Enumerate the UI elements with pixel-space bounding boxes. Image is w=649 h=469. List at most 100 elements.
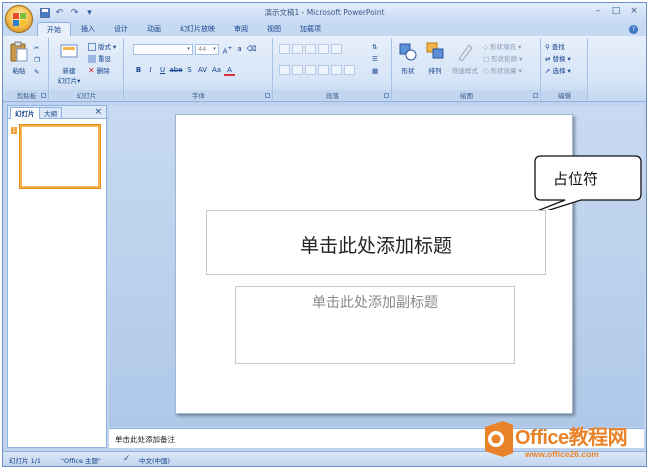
new-slide-button[interactable]: 新建 幻灯片▾ xyxy=(54,41,84,85)
decrease-indent-icon[interactable] xyxy=(305,44,316,54)
text-box-icon[interactable] xyxy=(344,65,355,75)
close-icon[interactable]: × xyxy=(94,107,102,118)
font-name-combo[interactable]: ▾ xyxy=(133,44,193,55)
clipboard-group: 粘贴 ✂ ❐ ✎ 剪贴板 xyxy=(5,38,49,100)
title-bar: ↶ ↷ ▾ 演示文稿1 - Microsoft PowerPoint – □ × xyxy=(3,3,646,22)
dialog-launcher-icon[interactable] xyxy=(265,93,270,98)
font-color-button[interactable]: A xyxy=(224,65,235,76)
shapes-button[interactable]: 形状 xyxy=(395,41,421,75)
numbering-icon[interactable] xyxy=(292,44,303,54)
ribbon: 粘贴 ✂ ❐ ✎ 剪贴板 新建 幻灯片▾ 版式 ▾ 重设 ✕ 删除 幻灯片 ▾ 44 ▾… xyxy=(3,36,646,102)
tab-home[interactable]: 开始 xyxy=(37,22,71,36)
paste-button[interactable]: 粘贴 xyxy=(6,41,32,75)
chevron-down-icon: ▾ xyxy=(213,46,216,52)
quick-styles-label: 快速样式 xyxy=(452,67,478,75)
justify-icon[interactable] xyxy=(318,65,329,75)
arrange-label: 排列 xyxy=(428,67,442,75)
theme-name: "Office 主题" xyxy=(61,457,102,465)
tab-view[interactable]: 视图 xyxy=(258,22,290,36)
reset-button[interactable]: 重设 xyxy=(88,54,111,64)
font-group: ▾ 44 ▾ A+ a ⌫ B I U abe S AV Aa A 字体 xyxy=(125,38,273,100)
maximize-button[interactable]: □ xyxy=(610,5,622,17)
strikethrough-button[interactable]: abe xyxy=(169,65,183,76)
shrink-font-icon[interactable]: a xyxy=(234,44,245,55)
increase-indent-icon[interactable] xyxy=(318,44,329,54)
tab-outline[interactable]: 大纲 xyxy=(39,107,62,119)
copy-icon[interactable]: ❐ xyxy=(34,55,40,65)
shape-fill-button[interactable]: ◇ 形状填充 ▾ xyxy=(483,42,521,52)
close-button[interactable]: × xyxy=(628,5,640,17)
minimize-button[interactable]: – xyxy=(592,5,604,17)
new-slide-icon xyxy=(60,44,78,58)
font-size-buttons: A+ a ⌫ xyxy=(222,44,257,55)
spacing-button[interactable]: AV xyxy=(196,65,209,76)
editing-group: ⚲ 查找 ⇄ 替换 ▾ ➚ 选择 ▾ 编辑 xyxy=(542,38,588,100)
tab-design[interactable]: 设计 xyxy=(105,22,137,36)
delete-button[interactable]: ✕ 删除 xyxy=(88,66,110,76)
fill-icon: ◇ xyxy=(483,43,488,51)
delete-icon: ✕ xyxy=(88,66,95,75)
align-buttons xyxy=(279,65,355,75)
find-button[interactable]: ⚲ 查找 xyxy=(545,42,565,52)
grow-font-icon[interactable]: A+ xyxy=(222,44,233,55)
tab-slideshow[interactable]: 幻灯片放映 xyxy=(171,22,224,36)
reset-icon xyxy=(88,55,96,63)
office-logo-icon xyxy=(485,421,513,457)
columns-icon[interactable] xyxy=(331,65,342,75)
font-group-label: 字体 xyxy=(125,90,272,100)
slides-pane: 幻灯片 大纲 × 1 xyxy=(7,105,107,448)
dialog-launcher-icon[interactable] xyxy=(384,93,389,98)
text-direction-icon[interactable]: ⇅ xyxy=(372,42,377,52)
help-icon[interactable]: ? xyxy=(629,25,638,34)
shape-outline-label: 形状轮廓 xyxy=(491,55,518,63)
editing-group-label: 编辑 xyxy=(542,90,587,100)
shapes-label: 形状 xyxy=(401,67,415,75)
shadow-button[interactable]: S xyxy=(184,65,195,76)
language: 中文(中国) xyxy=(139,457,171,465)
replace-button[interactable]: ⇄ 替换 ▾ xyxy=(545,54,571,64)
cursor-icon: ➚ xyxy=(545,67,551,75)
italic-button[interactable]: I xyxy=(145,65,156,76)
select-button[interactable]: ➚ 选择 ▾ xyxy=(545,66,571,76)
shape-effects-button[interactable]: ○ 形状效果 ▾ xyxy=(483,66,522,76)
title-placeholder[interactable]: 单击此处添加标题 xyxy=(206,210,546,275)
align-center-icon[interactable] xyxy=(292,65,303,75)
smartart-icon[interactable]: ▦ xyxy=(372,66,378,76)
dialog-launcher-icon[interactable] xyxy=(533,93,538,98)
underline-button[interactable]: U xyxy=(157,65,168,76)
tab-insert[interactable]: 插入 xyxy=(72,22,104,36)
arrange-button[interactable]: 排列 xyxy=(422,41,448,75)
bullets-icon[interactable] xyxy=(279,44,290,54)
tab-animations[interactable]: 动画 xyxy=(138,22,170,36)
outline-icon: □ xyxy=(483,55,490,63)
align-left-icon[interactable] xyxy=(279,65,290,75)
quick-styles-button[interactable]: 快速样式 xyxy=(449,41,481,75)
find-label: 查找 xyxy=(551,43,565,51)
subtitle-placeholder[interactable]: 单击此处添加副标题 xyxy=(235,286,515,364)
shape-outline-button[interactable]: □ 形状轮廓 ▾ xyxy=(483,54,522,64)
new-slide-label: 新建 幻灯片▾ xyxy=(57,67,81,85)
chevron-down-icon: ▾ xyxy=(187,46,190,52)
slides-group: 新建 幻灯片▾ 版式 ▾ 重设 ✕ 删除 幻灯片 xyxy=(50,38,124,100)
dialog-launcher-icon[interactable] xyxy=(41,93,46,98)
tab-review[interactable]: 审阅 xyxy=(225,22,257,36)
change-case-button[interactable]: Aa xyxy=(210,65,223,76)
powerpoint-window: ↶ ↷ ▾ 演示文稿1 - Microsoft PowerPoint – □ ×… xyxy=(2,2,647,467)
slide-canvas[interactable]: 单击此处添加标题 单击此处添加副标题 xyxy=(175,114,573,414)
tab-slides[interactable]: 幻灯片 xyxy=(10,107,40,119)
cut-icon[interactable]: ✂ xyxy=(34,43,39,53)
align-text-icon[interactable]: ☰ xyxy=(372,54,378,64)
format-painter-icon[interactable]: ✎ xyxy=(34,67,39,77)
font-format-buttons: B I U abe S AV Aa A xyxy=(133,65,235,76)
font-size-combo[interactable]: 44 ▾ xyxy=(195,44,219,55)
align-right-icon[interactable] xyxy=(305,65,316,75)
bold-button[interactable]: B xyxy=(133,65,144,76)
office-button[interactable] xyxy=(5,5,33,33)
line-spacing-icon[interactable] xyxy=(331,44,342,54)
clear-format-icon[interactable]: ⌫ xyxy=(246,44,257,55)
tab-addins[interactable]: 加载项 xyxy=(291,22,330,36)
slide-count: 幻灯片 1/1 xyxy=(9,457,42,465)
slide-thumbnail[interactable] xyxy=(20,125,100,188)
spellcheck-icon[interactable]: ✓ xyxy=(123,454,131,464)
layout-button[interactable]: 版式 ▾ xyxy=(88,42,116,52)
